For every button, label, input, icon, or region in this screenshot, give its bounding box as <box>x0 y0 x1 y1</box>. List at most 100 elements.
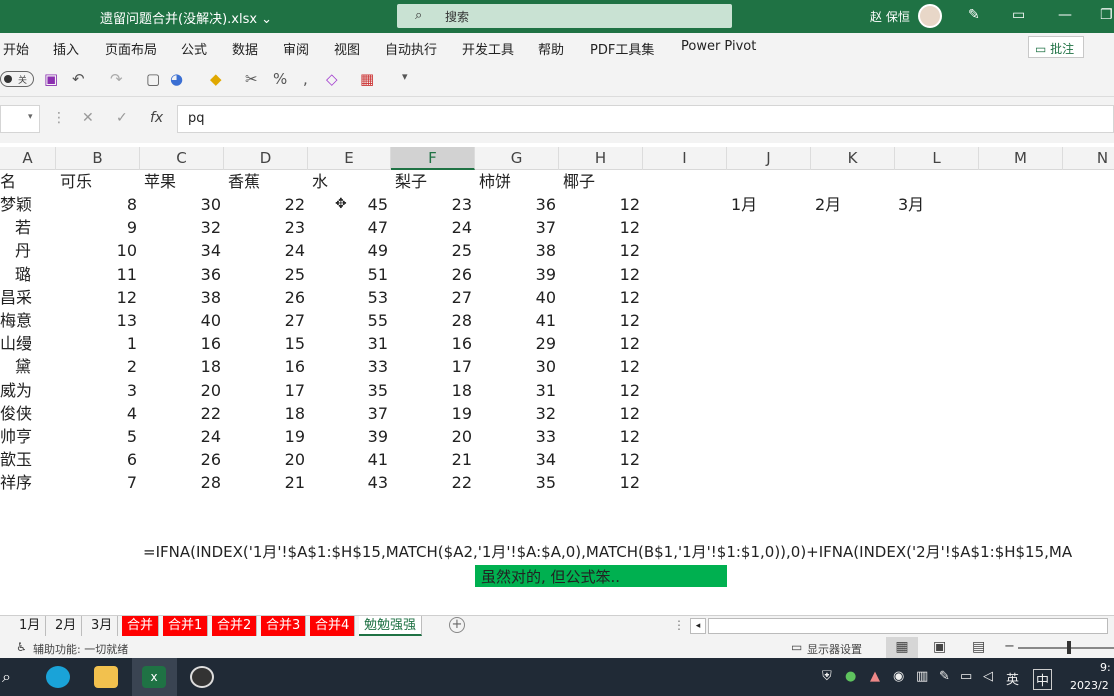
column-header[interactable]: M <box>979 147 1063 170</box>
row-name-cell[interactable]: 昌采 <box>0 286 32 309</box>
screen-recorder-icon[interactable] <box>190 666 214 688</box>
value-cell[interactable]: 23 <box>225 216 305 239</box>
value-cell[interactable]: 25 <box>225 263 305 286</box>
value-cell[interactable]: 3 <box>57 379 137 402</box>
column-header[interactable]: B <box>56 147 140 170</box>
value-cell[interactable]: 39 <box>308 425 388 448</box>
sheet-tab-merge1[interactable]: 合并1 <box>163 616 209 636</box>
tab-insert[interactable]: 插入 <box>53 39 79 58</box>
search-icon[interactable]: ⌕ <box>2 667 11 687</box>
value-cell[interactable]: 12 <box>560 402 640 425</box>
page-layout-view-icon[interactable]: ▣ <box>933 639 946 655</box>
redo-icon[interactable]: ↷ <box>110 70 123 88</box>
value-cell[interactable]: 28 <box>141 471 221 494</box>
header-cell[interactable]: 名 <box>0 170 16 193</box>
value-cell[interactable]: 20 <box>225 448 305 471</box>
value-cell[interactable]: 10 <box>57 239 137 262</box>
value-cell[interactable]: 27 <box>392 286 472 309</box>
value-cell[interactable]: 26 <box>141 448 221 471</box>
value-cell[interactable]: 17 <box>392 355 472 378</box>
value-cell[interactable]: 18 <box>392 379 472 402</box>
column-header-selected[interactable]: F <box>391 147 475 170</box>
column-header[interactable]: E <box>308 147 391 170</box>
value-cell[interactable]: 26 <box>392 263 472 286</box>
sheet-tab-merge2[interactable]: 合并2 <box>212 616 258 636</box>
cancel-icon[interactable]: ✕ <box>82 110 94 126</box>
enter-icon[interactable]: ✓ <box>116 110 128 126</box>
autosave-toggle[interactable]: 关 <box>0 71 34 87</box>
file-name[interactable]: 遗留问题合并(没解决).xlsx ⌄ <box>100 8 272 27</box>
column-header[interactable]: A <box>0 147 56 170</box>
value-cell[interactable]: 41 <box>308 448 388 471</box>
row-name-cell[interactable]: 梦颖 <box>0 193 32 216</box>
value-cell[interactable]: 18 <box>141 355 221 378</box>
value-cell[interactable]: 17 <box>225 379 305 402</box>
column-header[interactable]: N <box>1063 147 1114 170</box>
restore-icon[interactable]: ❐ <box>1100 7 1113 23</box>
pen-tray-icon[interactable]: ✎ <box>939 669 950 684</box>
accessibility-status[interactable]: 辅助功能: 一切就绪 <box>33 641 128 657</box>
scroll-left-icon[interactable]: ◂ <box>690 618 706 634</box>
header-cell[interactable]: 柿饼 <box>479 170 511 193</box>
value-cell[interactable]: 33 <box>308 355 388 378</box>
undo-icon[interactable]: ↶ <box>72 70 85 88</box>
tab-page-layout[interactable]: 页面布局 <box>105 39 157 58</box>
percent-icon[interactable]: % <box>273 70 287 88</box>
month-label[interactable]: 3月 <box>898 193 924 216</box>
header-cell[interactable]: 苹果 <box>144 170 176 193</box>
value-cell[interactable]: 12 <box>560 355 640 378</box>
more-sheets-icon[interactable]: ⋮ <box>673 618 685 632</box>
value-cell[interactable]: 5 <box>57 425 137 448</box>
value-cell[interactable]: 24 <box>225 239 305 262</box>
input-language[interactable]: 英 <box>1006 669 1019 688</box>
value-cell[interactable]: 9 <box>57 216 137 239</box>
header-cell[interactable]: 水 <box>312 170 328 193</box>
value-cell[interactable]: 12 <box>560 448 640 471</box>
row-name-cell[interactable]: 祥序 <box>0 471 32 494</box>
value-cell[interactable]: 16 <box>141 332 221 355</box>
formula-text[interactable]: =IFNA(INDEX('1月'!$A$1:$H$15,MATCH($A2,'1… <box>143 541 1072 562</box>
tab-pdf-tools[interactable]: PDF工具集 <box>590 39 654 58</box>
value-cell[interactable]: 19 <box>225 425 305 448</box>
network-icon[interactable]: ▭ <box>960 669 972 684</box>
value-cell[interactable]: 31 <box>308 332 388 355</box>
tab-home[interactable]: 开始 <box>3 39 29 58</box>
value-cell[interactable]: 19 <box>392 402 472 425</box>
value-cell[interactable]: 35 <box>308 379 388 402</box>
avatar[interactable] <box>918 4 942 28</box>
value-cell[interactable]: 12 <box>560 332 640 355</box>
value-cell[interactable]: 34 <box>476 448 556 471</box>
security-icon[interactable]: ⛨ <box>822 669 832 684</box>
value-cell[interactable]: 35 <box>476 471 556 494</box>
value-cell[interactable]: 13 <box>57 309 137 332</box>
eraser-icon[interactable]: ◇ <box>326 70 338 88</box>
month-label[interactable]: 2月 <box>815 193 841 216</box>
sheet-tab-2month[interactable]: 2月 <box>50 616 83 636</box>
tab-formulas[interactable]: 公式 <box>181 39 207 58</box>
row-name-cell[interactable]: 帅亨 <box>0 425 32 448</box>
tab-developer[interactable]: 开发工具 <box>462 39 514 58</box>
name-box[interactable]: ▾ <box>0 105 40 133</box>
app-tray-icon-2[interactable]: ▥ <box>916 669 928 684</box>
value-cell[interactable]: 28 <box>392 309 472 332</box>
zoom-out-icon[interactable]: − <box>1004 639 1015 654</box>
file-explorer-icon[interactable] <box>94 666 118 688</box>
value-cell[interactable]: 34 <box>141 239 221 262</box>
row-name-cell[interactable]: 璐 <box>0 263 31 286</box>
value-cell[interactable]: 49 <box>308 239 388 262</box>
comment-button[interactable]: ▭ 批注 <box>1028 36 1084 58</box>
value-cell[interactable]: 31 <box>476 379 556 402</box>
value-cell[interactable]: 27 <box>225 309 305 332</box>
excel-icon[interactable]: x <box>142 666 166 688</box>
value-cell[interactable]: 24 <box>392 216 472 239</box>
clock-date[interactable]: 2023/2 <box>1070 679 1109 692</box>
value-cell[interactable]: 38 <box>476 239 556 262</box>
fill-color-icon[interactable]: ◆ <box>210 70 222 88</box>
value-cell[interactable]: 25 <box>392 239 472 262</box>
value-cell[interactable]: 30 <box>476 355 556 378</box>
zoom-slider[interactable] <box>1018 647 1114 649</box>
header-cell[interactable]: 香蕉 <box>228 170 260 193</box>
value-cell[interactable]: 36 <box>141 263 221 286</box>
sheet-tab-merge4[interactable]: 合并4 <box>310 616 356 636</box>
value-cell[interactable]: 47 <box>308 216 388 239</box>
